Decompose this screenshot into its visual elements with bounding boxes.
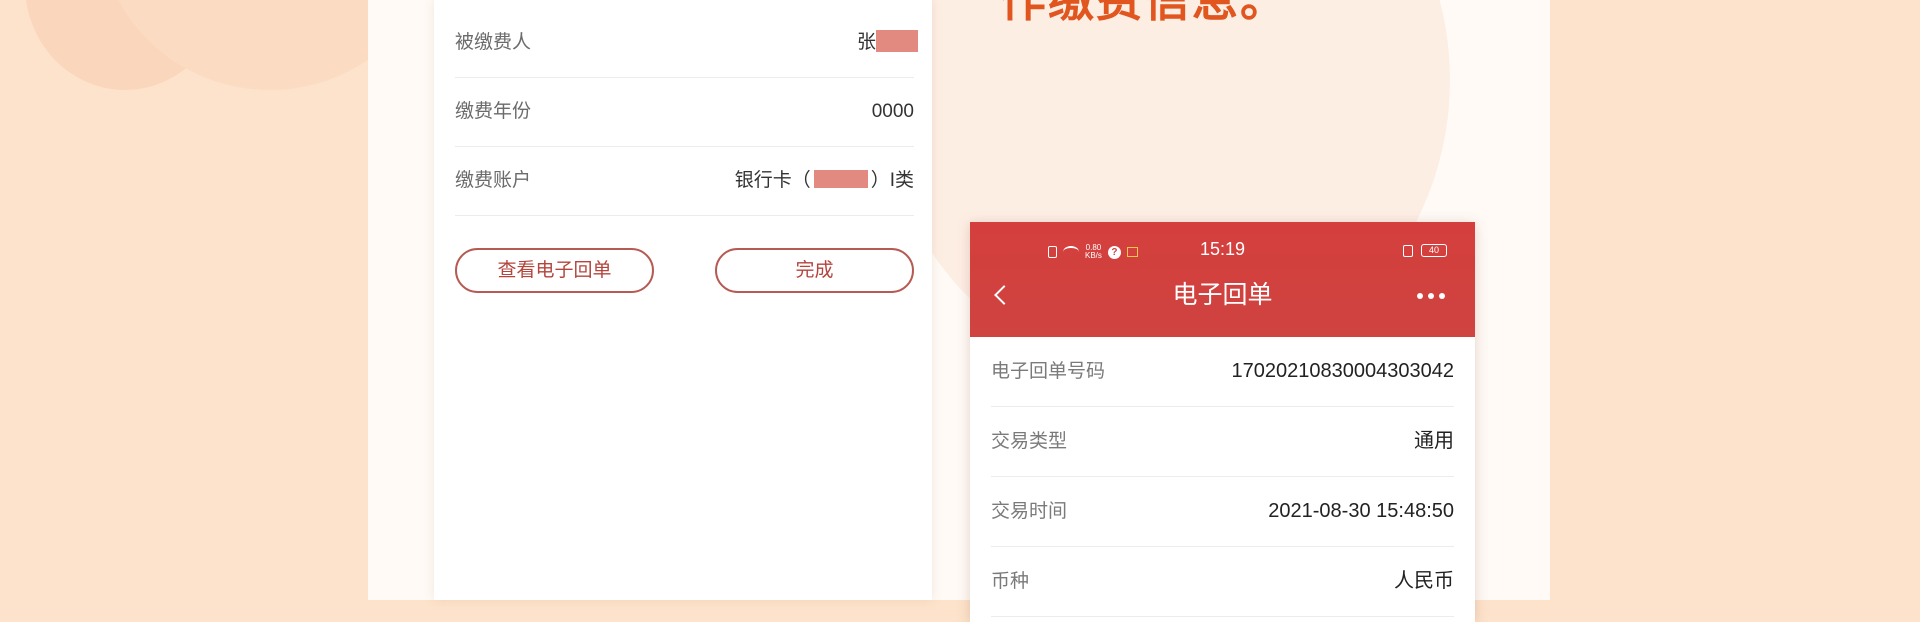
redaction-mask [876, 29, 918, 52]
view-receipt-button[interactable]: 查看电子回单 [455, 248, 654, 293]
more-dot [1428, 293, 1434, 299]
payee-value: 张 [856, 9, 918, 77]
done-button[interactable]: 完成 [715, 248, 914, 293]
redaction-mask [813, 169, 868, 188]
currency-value: 人民币 [1394, 570, 1454, 592]
vibrate-icon [1403, 244, 1413, 257]
more-dot [1439, 293, 1445, 299]
transaction-type-value: 通用 [1414, 430, 1454, 452]
payment-account-label: 缴费账户 [455, 170, 532, 191]
transaction-type-label: 交易类型 [991, 431, 1068, 452]
payment-year-label: 缴费年份 [455, 101, 532, 122]
more-dot [1417, 293, 1423, 299]
receipt-number-value: 17020210830004303042 [1231, 360, 1454, 382]
payment-year-value: 0000 [871, 101, 914, 122]
status-icons-right: 40 [1403, 244, 1447, 257]
transaction-type-row: 交易类型 通用 [991, 407, 1454, 477]
alert-icon: ? [1107, 245, 1121, 259]
hd-icon [1126, 247, 1138, 257]
payment-year-row: 缴费年份 0000 [455, 78, 914, 147]
payment-account-value: 银行卡（ ）I类 [735, 147, 914, 215]
transaction-time-row: 交易时间 2021-08-30 15:48:50 [991, 477, 1454, 547]
more-icon[interactable] [1417, 293, 1445, 299]
wifi-icon [1063, 246, 1079, 258]
battery-icon: 40 [1421, 244, 1447, 257]
account-type-suffix: ）I类 [870, 170, 914, 191]
receipt-title: 电子回单 [1172, 281, 1273, 309]
receipt-number-label: 电子回单号码 [991, 361, 1106, 382]
payee-surname: 张 [856, 32, 876, 53]
sim-icon [1048, 246, 1057, 258]
status-icons-left: 0.80 KB/s ? [1048, 244, 1138, 260]
account-type-prefix: 银行卡（ [734, 170, 811, 191]
transaction-time-value: 2021-08-30 15:48:50 [1268, 500, 1454, 522]
status-time: 15:19 [1200, 239, 1246, 259]
receipt-number-row: 电子回单号码 17020210830004303042 [991, 337, 1454, 407]
payee-label: 被缴费人 [455, 32, 532, 53]
payee-row: 被缴费人 张 [455, 9, 918, 78]
currency-row: 币种 人民币 [991, 547, 1454, 617]
transaction-time-label: 交易时间 [991, 501, 1068, 522]
receipt-header: 0.80 KB/s ? 15:19 40 电子回单 [970, 222, 1475, 337]
page-heading: 作缴费信息。 [1000, 0, 1288, 26]
currency-label: 币种 [991, 571, 1030, 592]
payment-details-screen: 被缴费人 张 缴费年份 0000 缴费账户 银行卡（ ）I类 查看电子回单 完成 [434, 0, 932, 600]
network-speed: 0.80 KB/s [1085, 244, 1102, 260]
network-speed-unit: KB/s [1085, 251, 1102, 260]
electronic-receipt-screen: 0.80 KB/s ? 15:19 40 电子回单 电子回单号码 17020210… [970, 222, 1475, 622]
payment-account-row: 缴费账户 银行卡（ ）I类 [455, 147, 914, 216]
